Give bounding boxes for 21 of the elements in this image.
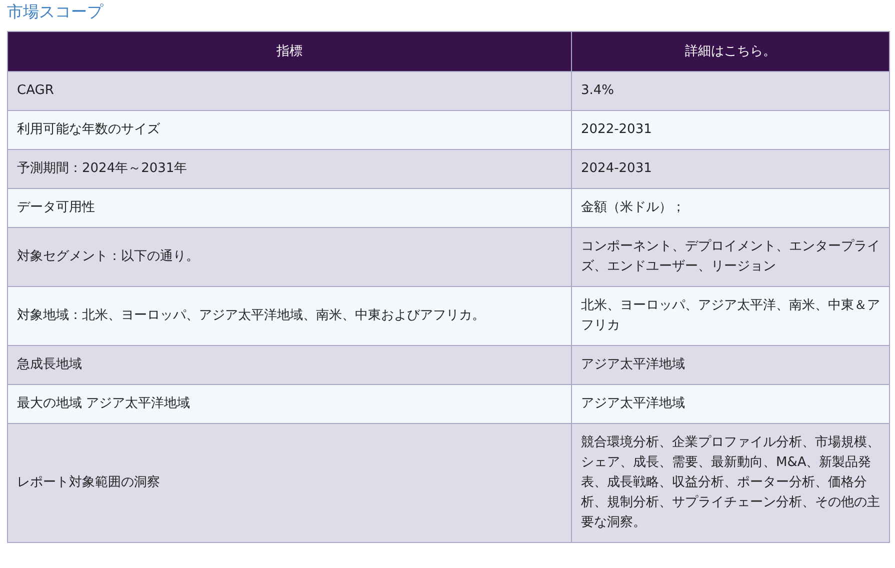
table-cell: 2022-2031 [572, 110, 890, 150]
table-cell: 対象地域：北米、ヨーロッパ、アジア太平洋地域、南米、中東およびアフリカ。 [8, 286, 572, 346]
column-header: 詳細はこちら。 [572, 32, 890, 72]
table-cell: CAGR [8, 72, 572, 110]
table-cell: 対象セグメント：以下の通り。 [8, 228, 572, 286]
table-cell: 金額（米ドル）； [572, 188, 890, 228]
table-cell: 予測期間：2024年～2031年 [8, 150, 572, 188]
table-cell: 最大の地域 アジア太平洋地域 [8, 384, 572, 424]
table-cell: 利用可能な年数のサイズ [8, 110, 572, 150]
table-cell: コンポーネント、デプロイメント、エンタープライズ、エンドユーザー、リージョン [572, 228, 890, 286]
table-cell: 3.4% [572, 72, 890, 110]
column-header: 指標 [8, 32, 572, 72]
table-cell: アジア太平洋地域 [572, 346, 890, 384]
table-cell: 2024-2031 [572, 150, 890, 188]
table-cell: 急成長地域 [8, 346, 572, 384]
table-cell: 北米、ヨーロッパ、アジア太平洋、南米、中東＆アフリカ [572, 286, 890, 346]
table-cell: データ可用性 [8, 188, 572, 228]
table-cell: 競合環境分析、企業プロファイル分析、市場規模、シェア、成長、需要、最新動向、M&A、新製品発表、成長戦略、収益分析、ポーター分析、価格分析、規制分析、サプライチェーン分析、その他の主要な洞察。 [572, 424, 890, 542]
table-cell: アジア太平洋地域 [572, 384, 890, 424]
table-cell: レポート対象範囲の洞察 [8, 424, 572, 542]
page-title: 市場スコープ [7, 1, 103, 23]
